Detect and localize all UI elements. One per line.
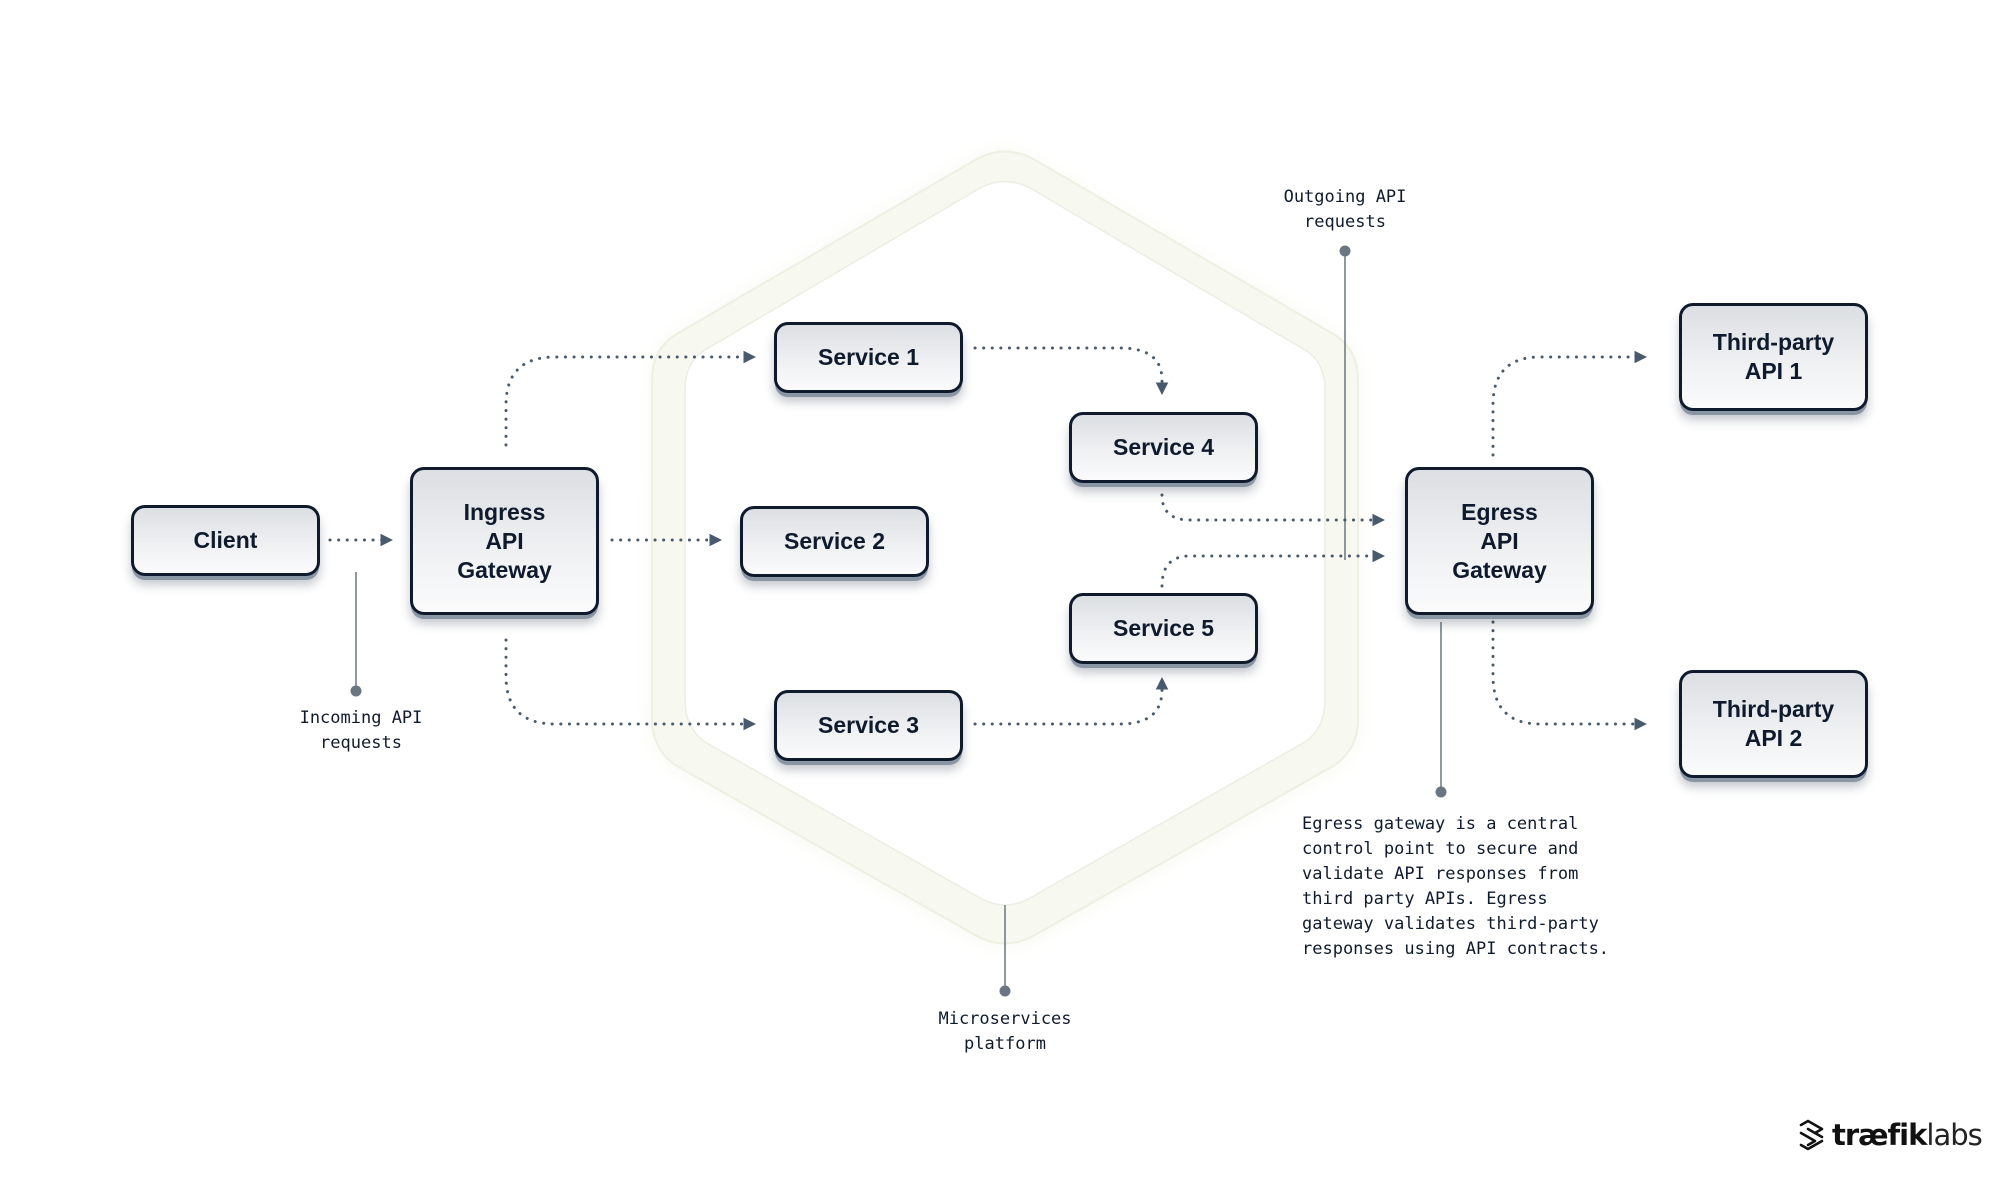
node-egress-label: Egress API Gateway — [1452, 498, 1547, 583]
node-ingress-gateway: Ingress API Gateway — [410, 467, 599, 615]
node-service-3: Service 3 — [774, 690, 963, 761]
node-service-3-label: Service 3 — [817, 712, 920, 738]
outgoing-pointer-dot — [1339, 245, 1351, 257]
traefik-labs-logo: træfiklabs — [1798, 1118, 1983, 1152]
edge-egress-thirdparty2 — [1491, 620, 1648, 731]
node-service-4-label: Service 4 — [1112, 434, 1215, 460]
node-service-1: Service 1 — [774, 322, 963, 393]
node-service-4: Service 4 — [1069, 412, 1258, 483]
node-service-5-label: Service 5 — [1112, 615, 1215, 641]
node-third-party-api-1: Third-party API 1 — [1679, 303, 1868, 411]
node-third-party-api-2: Third-party API 2 — [1679, 670, 1868, 778]
node-service-2: Service 2 — [740, 506, 929, 577]
node-third-party-api-2-label: Third-party API 2 — [1712, 696, 1835, 751]
annotation-egress-description: Egress gateway is a central control poin… — [1302, 814, 1610, 959]
architecture-diagram: Client Ingress API Gateway Service 1 Ser… — [0, 0, 2000, 1188]
node-service-2-label: Service 2 — [783, 528, 886, 554]
node-service-5: Service 5 — [1069, 593, 1258, 664]
brand-name-bold: træfik — [1832, 1118, 1927, 1152]
brand-name: træfiklabs — [1832, 1118, 1983, 1152]
node-service-1-label: Service 1 — [817, 344, 920, 370]
brand-name-light: labs — [1926, 1118, 1982, 1152]
annotation-microservices-platform: Microservices platform — [938, 1009, 1072, 1054]
node-ingress-label: Ingress API Gateway — [457, 498, 552, 583]
incoming-pointer-dot — [350, 685, 362, 697]
edge-egress-thirdparty1 — [1491, 350, 1648, 457]
annotation-incoming-requests: Incoming API requests — [299, 708, 423, 753]
platform-pointer-dot — [999, 985, 1011, 997]
node-client-label: Client — [193, 527, 258, 553]
traefik-logo-icon — [1799, 1119, 1824, 1151]
node-client: Client — [131, 505, 320, 576]
node-egress-gateway: Egress API Gateway — [1405, 467, 1594, 615]
node-third-party-api-1-label: Third-party API 1 — [1712, 329, 1835, 384]
annotation-outgoing-requests: Outgoing API requests — [1283, 187, 1407, 232]
egress-pointer-dot — [1435, 786, 1447, 798]
